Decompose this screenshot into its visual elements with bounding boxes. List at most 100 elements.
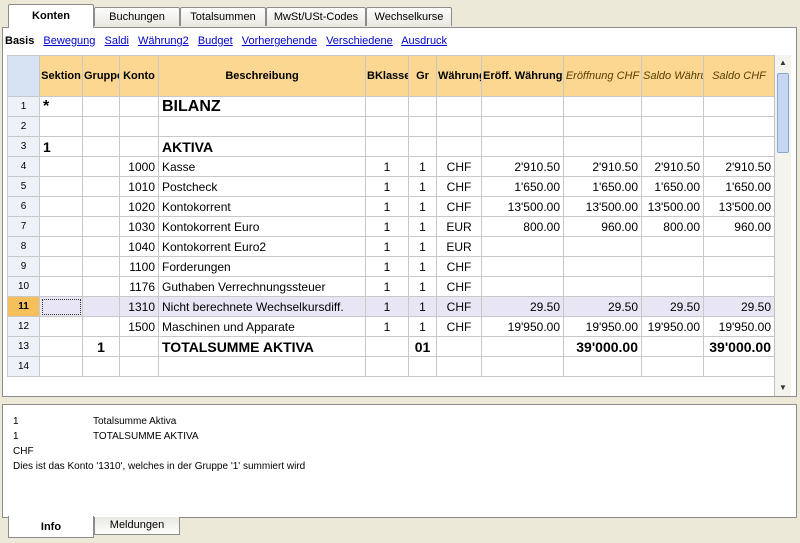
- cell-eroeff[interactable]: [481, 116, 564, 137]
- cell-saldow[interactable]: 19'950.00: [641, 316, 704, 337]
- cell-eroeff[interactable]: 19'950.00: [481, 316, 564, 337]
- cell-eroeffchf[interactable]: 960.00: [563, 216, 642, 237]
- cell-bklasse[interactable]: [365, 336, 409, 357]
- cell-bklasse[interactable]: 1: [365, 196, 409, 217]
- col-header-sektion[interactable]: Sektion: [39, 55, 83, 97]
- cell-konto[interactable]: 1040: [119, 236, 159, 257]
- cell-eroeffchf[interactable]: [563, 96, 642, 117]
- scroll-thumb[interactable]: [777, 73, 789, 153]
- cell-gruppe[interactable]: [82, 216, 120, 237]
- cell-beschreibung[interactable]: TOTALSUMME AKTIVA: [158, 336, 366, 357]
- cell-bklasse[interactable]: 1: [365, 276, 409, 297]
- view-basis[interactable]: Basis: [5, 35, 34, 47]
- cell-saldochf[interactable]: 39'000.00: [703, 336, 774, 357]
- table-row[interactable]: 4 1000 Kasse 1 1 CHF 2'910.50 2'910.50 2'910.50 2…: [7, 156, 774, 177]
- cell-beschreibung[interactable]: Nicht berechnete Wechselkursdiff.: [158, 296, 366, 317]
- cell-eroeff[interactable]: 29.50: [481, 296, 564, 317]
- tab-info[interactable]: Info: [8, 516, 94, 538]
- cell-eroeffchf[interactable]: 2'910.50: [563, 156, 642, 177]
- table-row[interactable]: 12 1500 Maschinen und Apparate 1 1 CHF 19'950.…: [7, 316, 774, 337]
- cell-waehrung[interactable]: CHF: [436, 276, 482, 297]
- cell-waehrung[interactable]: EUR: [436, 236, 482, 257]
- cell-waehrung[interactable]: CHF: [436, 176, 482, 197]
- cell-bklasse[interactable]: 1: [365, 216, 409, 237]
- view-vorhergehende[interactable]: Vorhergehende: [242, 35, 317, 47]
- cell-saldow[interactable]: [641, 336, 704, 357]
- vertical-scrollbar[interactable]: ▲ ▼: [774, 55, 791, 396]
- cell-eroeffchf[interactable]: [563, 136, 642, 157]
- cell-saldochf[interactable]: 960.00: [703, 216, 774, 237]
- view-saldi[interactable]: Saldi: [104, 35, 128, 47]
- table-row[interactable]: 6 1020 Kontokorrent 1 1 CHF 13'500.00 13'500.00…: [7, 196, 774, 217]
- row-number[interactable]: 11: [7, 296, 40, 317]
- row-number[interactable]: 10: [7, 276, 40, 297]
- cell-saldow[interactable]: 13'500.00: [641, 196, 704, 217]
- cell-gruppe[interactable]: [82, 296, 120, 317]
- tab-konten[interactable]: Konten: [8, 4, 94, 28]
- col-header-waehrung[interactable]: Währung: [436, 55, 482, 97]
- cell-beschreibung[interactable]: Kasse: [158, 156, 366, 177]
- cell-eroeffchf[interactable]: [563, 116, 642, 137]
- cell-konto[interactable]: 1100: [119, 256, 159, 277]
- cell-waehrung[interactable]: [436, 136, 482, 157]
- cell-eroeffchf[interactable]: 19'950.00: [563, 316, 642, 337]
- cell-konto[interactable]: 1176: [119, 276, 159, 297]
- cell-gr[interactable]: 1: [408, 216, 437, 237]
- cell-eroeffchf[interactable]: [563, 356, 642, 377]
- cell-gr[interactable]: 1: [408, 176, 437, 197]
- cell-beschreibung[interactable]: AKTIVA: [158, 136, 366, 157]
- cell-gruppe[interactable]: [82, 356, 120, 377]
- cell-saldow[interactable]: [641, 356, 704, 377]
- col-header-eroeffnung-chf[interactable]: Eröffnung CHF: [563, 55, 642, 97]
- cell-konto[interactable]: [119, 116, 159, 137]
- col-header-eroeff-waehrung[interactable]: Eröff. Währung: [481, 55, 564, 97]
- cell-gruppe[interactable]: [82, 316, 120, 337]
- cell-gr[interactable]: 1: [408, 236, 437, 257]
- cell-gruppe[interactable]: [82, 156, 120, 177]
- cell-konto[interactable]: 1010: [119, 176, 159, 197]
- cell-eroeff[interactable]: 13'500.00: [481, 196, 564, 217]
- cell-bklasse[interactable]: 1: [365, 316, 409, 337]
- cell-eroeff[interactable]: [481, 136, 564, 157]
- tab-mwst-ust-codes[interactable]: MwSt/USt-Codes: [266, 7, 366, 26]
- cell-gr[interactable]: [408, 116, 437, 137]
- table-row[interactable]: 8 1040 Kontokorrent Euro2 1 1 EUR: [7, 236, 774, 257]
- cell-saldochf[interactable]: 1'650.00: [703, 176, 774, 197]
- cell-gr[interactable]: 1: [408, 196, 437, 217]
- cell-beschreibung[interactable]: Kontokorrent Euro2: [158, 236, 366, 257]
- col-header-saldo-chf[interactable]: Saldo CHF: [703, 55, 774, 97]
- cell-sektion[interactable]: [39, 296, 83, 317]
- cell-konto[interactable]: 1500: [119, 316, 159, 337]
- table-row[interactable]: 13 1 TOTALSUMME AKTIVA 01 39'000.00 39'000.00: [7, 336, 774, 357]
- cell-sektion[interactable]: [39, 196, 83, 217]
- row-number[interactable]: 13: [7, 336, 40, 357]
- cell-waehrung[interactable]: CHF: [436, 156, 482, 177]
- cell-sektion[interactable]: [39, 336, 83, 357]
- cell-waehrung[interactable]: EUR: [436, 216, 482, 237]
- cell-bklasse[interactable]: [365, 96, 409, 117]
- cell-waehrung[interactable]: CHF: [436, 296, 482, 317]
- cell-gruppe[interactable]: [82, 196, 120, 217]
- tab-totalsummen[interactable]: Totalsummen: [180, 7, 266, 26]
- cell-gr[interactable]: [408, 136, 437, 157]
- tab-buchungen[interactable]: Buchungen: [94, 7, 180, 26]
- cell-konto[interactable]: [119, 136, 159, 157]
- row-number[interactable]: 14: [7, 356, 40, 377]
- cell-gruppe[interactable]: [82, 96, 120, 117]
- table-row[interactable]: 5 1010 Postcheck 1 1 CHF 1'650.00 1'650.00 1'650…: [7, 176, 774, 197]
- cell-gruppe[interactable]: [82, 236, 120, 257]
- table-row[interactable]: 1 * BILANZ: [7, 96, 774, 117]
- cell-beschreibung[interactable]: Maschinen und Apparate: [158, 316, 366, 337]
- cell-eroeff[interactable]: 2'910.50: [481, 156, 564, 177]
- cell-saldochf[interactable]: 2'910.50: [703, 156, 774, 177]
- cell-bklasse[interactable]: 1: [365, 156, 409, 177]
- cell-gr[interactable]: [408, 356, 437, 377]
- cell-waehrung[interactable]: [436, 356, 482, 377]
- cell-saldochf[interactable]: [703, 256, 774, 277]
- cell-waehrung[interactable]: CHF: [436, 196, 482, 217]
- cell-beschreibung[interactable]: [158, 356, 366, 377]
- cell-beschreibung[interactable]: Postcheck: [158, 176, 366, 197]
- cell-waehrung[interactable]: CHF: [436, 316, 482, 337]
- cell-saldow[interactable]: [641, 96, 704, 117]
- cell-konto[interactable]: 1000: [119, 156, 159, 177]
